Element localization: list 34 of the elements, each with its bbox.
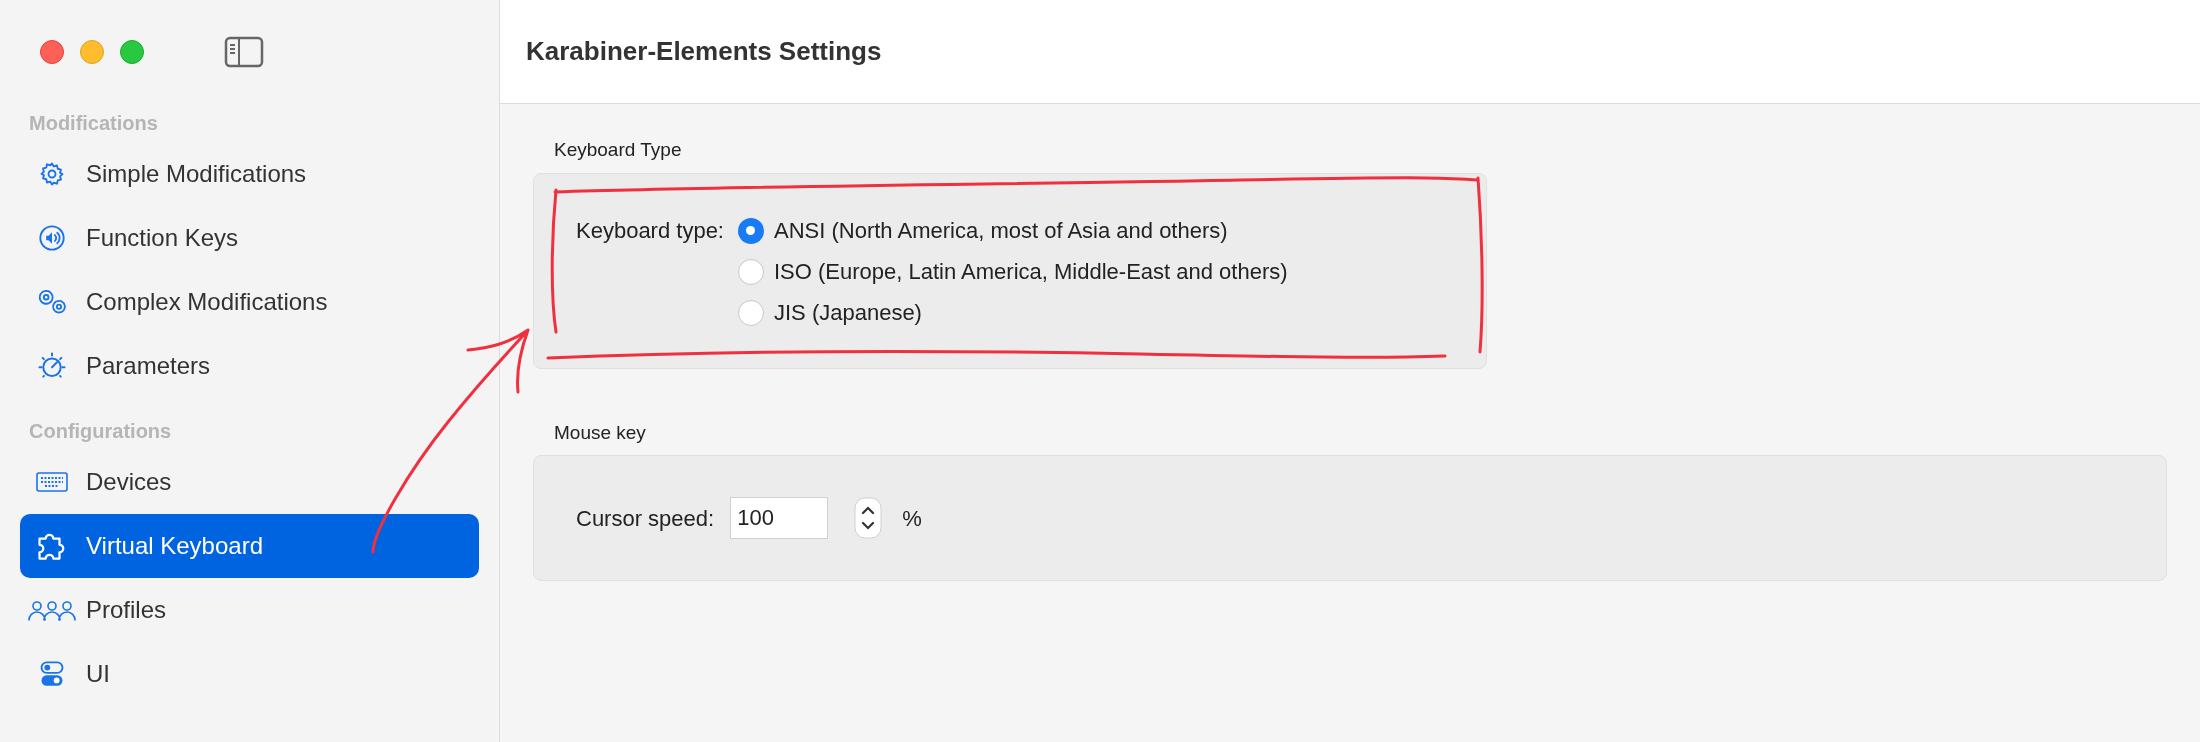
radio-button[interactable] xyxy=(738,217,764,244)
zoom-button[interactable] xyxy=(120,40,144,64)
gear-icon xyxy=(38,160,66,188)
sidebar-item[interactable]: Profiles xyxy=(20,578,479,642)
sidebar-toggle-icon[interactable] xyxy=(224,36,264,68)
radio-option[interactable]: JIS (Japanese) xyxy=(738,297,1288,328)
section-header: Configurations xyxy=(28,419,173,444)
option-label: ANSI (North America, most of Asia and others) xyxy=(774,216,1228,245)
section-heading: Mouse key xyxy=(553,420,647,445)
sidebar-item[interactable]: Virtual Keyboard xyxy=(20,514,479,578)
sidebar-item[interactable]: Parameters xyxy=(20,334,479,398)
cursor-speed-field[interactable]: 100 xyxy=(730,497,829,539)
sidebar-item[interactable]: UI xyxy=(20,642,479,706)
sidebar-item[interactable]: Complex Modifications xyxy=(20,270,479,334)
minimize-button[interactable] xyxy=(80,40,104,64)
field-label: Cursor speed: xyxy=(576,504,715,533)
gauge-icon xyxy=(37,351,67,381)
sidebar-item[interactable]: Devices xyxy=(20,450,479,514)
field-label: Keyboard type: xyxy=(576,216,724,245)
sidebar-item[interactable]: Simple Modifications xyxy=(20,142,479,206)
option-label: JIS (Japanese) xyxy=(774,298,922,327)
section-header: Modifications xyxy=(28,111,159,136)
radio-option[interactable]: ANSI (North America, most of Asia and others) xyxy=(738,215,1288,246)
speaker-icon xyxy=(38,224,66,252)
stepper-control[interactable] xyxy=(854,497,883,539)
keyboard-icon xyxy=(36,470,68,494)
radio-button[interactable] xyxy=(738,299,764,326)
unit-label: % xyxy=(902,504,922,533)
toggles-icon xyxy=(39,660,65,688)
window-title: Karabiner-Elements Settings xyxy=(526,35,882,68)
close-button[interactable] xyxy=(40,40,64,64)
sidebar-item[interactable]: Function Keys xyxy=(20,206,479,270)
radio-button[interactable] xyxy=(738,258,764,285)
section-heading: Keyboard Type xyxy=(553,138,683,162)
